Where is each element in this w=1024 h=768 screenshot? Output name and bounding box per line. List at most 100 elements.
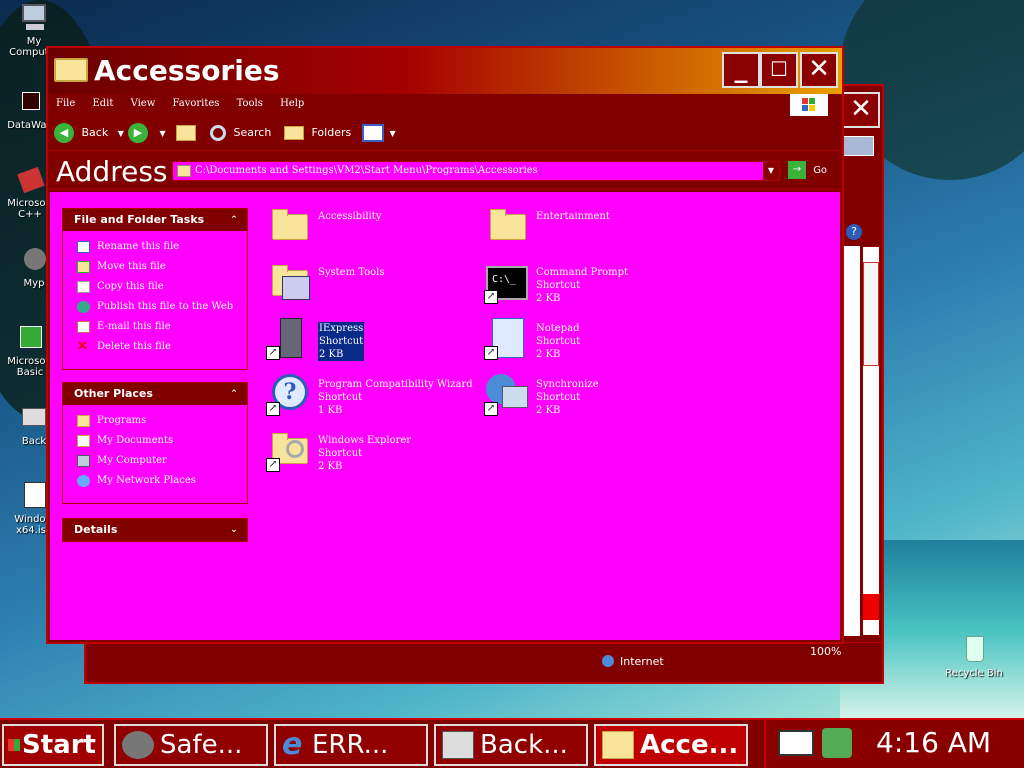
app-icon [14,86,46,118]
search-label: Search [233,126,272,139]
file-name: Command Prompt [536,267,629,278]
network-places-icon [77,475,90,487]
task-rename[interactable]: Rename this file [63,237,247,257]
menu-help[interactable]: Help [272,94,310,109]
help-wizard-icon: ? ↗ [266,372,314,420]
other-places-panel: Other Places ⌃ Programs My Documents My C… [62,382,248,504]
panel-title: Details [74,523,118,536]
windows-logo-icon [790,94,828,116]
go-button[interactable]: → Go [788,161,827,181]
file-item-synchronize[interactable]: ↗ Synchronize Shortcut 2 KB [484,372,694,428]
menu-edit[interactable]: Edit [84,94,119,109]
task-delete[interactable]: ✕ Delete this file [63,337,247,357]
file-item-compat-wizard[interactable]: ? ↗ Program Compatibility Wizard Shortcut 1… [266,372,476,428]
back-window-close-button[interactable]: ✕ [842,92,880,128]
file-item-command-prompt[interactable]: C:\_ ↗ Command Prompt Shortcut 2 KB [484,260,694,316]
file-item-entertainment[interactable]: Entertainment [484,204,694,260]
forward-dropdown-icon[interactable]: ▼ [160,129,166,138]
file-size: 2 KB [319,349,344,360]
task-email[interactable]: E-mail this file [63,317,247,337]
shortcut-arrow-icon: ↗ [266,346,280,360]
folders-icon [284,126,304,140]
file-name: IExpress [319,323,364,334]
file-type: Shortcut [536,280,581,291]
address-bar: Address C:\Documents and Settings\VM2\St… [48,150,842,190]
windows-flag-icon [8,739,20,751]
collapse-icon[interactable]: ⌃ [227,387,241,401]
title-bar[interactable]: Accessories _ ☐ ✕ [48,48,842,94]
network-tray-icon[interactable] [822,728,852,758]
desktop-icon-label: Recycle Bin [945,668,1003,679]
folder-icon [266,204,314,252]
address-input[interactable]: C:\Documents and Settings\VM2\Start Menu… [172,161,780,181]
maximize-button[interactable]: ☐ [760,52,798,88]
shortcut-arrow-icon: ↗ [266,402,280,416]
file-item-windows-explorer[interactable]: ↗ Windows Explorer Shortcut 2 KB [266,428,476,484]
minimize-button[interactable]: _ [722,52,760,88]
shortcut-arrow-icon: ↗ [266,458,280,472]
file-item-system-tools[interactable]: System Tools [266,260,476,316]
views-icon [362,124,384,142]
file-size: 2 KB [318,461,343,472]
expand-icon[interactable]: ⌄ [227,523,241,537]
place-my-computer[interactable]: My Computer [63,451,247,471]
file-item-iexpress[interactable]: ↗ IExpress Shortcut 2 KB [266,316,476,372]
windows-explorer-icon: ↗ [266,428,314,476]
panel-title: File and Folder Tasks [74,213,205,226]
menu-tools[interactable]: Tools [229,94,269,109]
panel-title: Other Places [74,387,153,400]
back-dropdown-icon[interactable]: ▼ [118,129,124,138]
back-window-help-icon[interactable]: ? [846,224,862,240]
panel-header[interactable]: Details ⌄ [63,519,247,541]
task-safe[interactable]: Safe... [114,724,268,766]
collapse-icon[interactable]: ⌃ [227,213,241,227]
window-title: Accessories [94,54,280,87]
back-window-scrollbar-thumb[interactable] [863,262,879,366]
menu-file[interactable]: File [48,94,81,109]
folder-icon [602,731,634,759]
file-type: Shortcut [318,448,363,459]
start-button[interactable]: Start [2,724,104,766]
place-programs[interactable]: Programs [63,411,247,431]
place-my-documents[interactable]: My Documents [63,431,247,451]
desktop-icon-label: Myp [23,278,45,289]
panel-header[interactable]: Other Places ⌃ [63,383,247,405]
recycle-bin-icon [958,634,990,666]
desktop-icon-recycle-bin[interactable]: Recycle Bin [944,634,1004,679]
menu-favorites[interactable]: Favorites [164,94,225,109]
panel-header[interactable]: File and Folder Tasks ⌃ [63,209,247,231]
system-tools-icon [266,260,314,308]
explorer-window[interactable]: Accessories _ ☐ ✕ File Edit View Favorit… [46,46,844,644]
address-dropdown-icon[interactable]: ▼ [763,162,779,180]
move-icon [77,261,90,273]
up-folder-button[interactable] [176,122,196,144]
task-err[interactable]: e ERR... [274,724,428,766]
forward-button[interactable]: ▶ ▼ [128,122,166,144]
task-copy[interactable]: Copy this file [63,277,247,297]
file-item-notepad[interactable]: ↗ Notepad Shortcut 2 KB [484,316,694,372]
back-window-search-icon[interactable] [842,136,874,156]
back-button[interactable]: ◀ Back ▼ [54,122,124,144]
views-button[interactable]: ▼ [362,122,396,144]
task-backup[interactable]: Back... [434,724,588,766]
delete-icon: ✕ [77,339,88,354]
menu-view[interactable]: View [123,94,162,109]
keyboard-icon[interactable] [778,730,814,756]
synchronize-icon: ↗ [484,372,532,420]
place-my-network[interactable]: My Network Places [63,471,247,491]
clock[interactable]: 4:16 AM [876,726,991,759]
file-size: 2 KB [536,349,561,360]
close-button[interactable]: ✕ [800,52,838,88]
zoom-level[interactable]: 100% [810,645,841,658]
shortcut-arrow-icon: ↗ [484,402,498,416]
folders-button[interactable]: Folders [284,122,351,144]
views-dropdown-icon: ▼ [389,129,396,138]
address-path: C:\Documents and Settings\VM2\Start Menu… [195,165,538,176]
back-window-scrollbar-red [863,594,879,620]
file-item-accessibility[interactable]: Accessibility [266,204,476,260]
file-name: Windows Explorer [318,435,412,446]
task-accessories[interactable]: Acce... [594,724,748,766]
search-button[interactable]: Search [210,122,271,144]
task-publish[interactable]: Publish this file to the Web [63,297,247,317]
task-move[interactable]: Move this file [63,257,247,277]
